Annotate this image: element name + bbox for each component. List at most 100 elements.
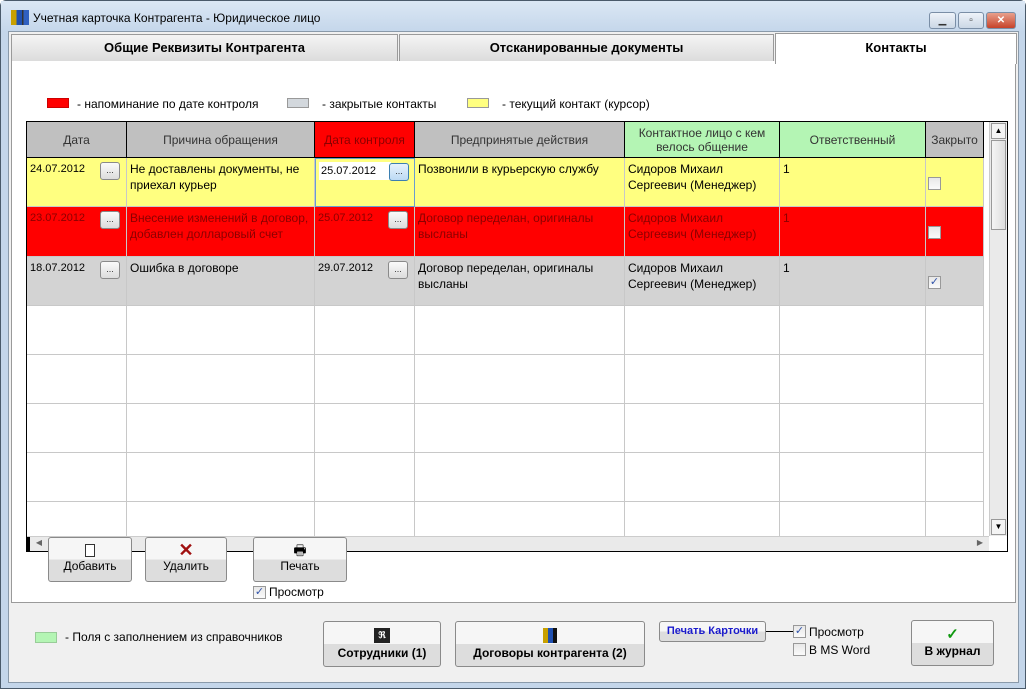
connector-line (766, 631, 793, 632)
cell-actions[interactable] (415, 502, 625, 537)
cell-responsible[interactable] (780, 453, 926, 502)
cell-actions[interactable] (415, 453, 625, 502)
col-header-contact-person[interactable]: Контактное лицо с кем велось общение (625, 122, 780, 158)
add-button[interactable]: Добавить (48, 537, 132, 582)
col-header-control-date[interactable]: Дата контроля (315, 122, 415, 158)
closed-checkbox[interactable] (928, 177, 941, 190)
cell-responsible[interactable] (780, 355, 926, 404)
cell-control-date[interactable] (315, 355, 415, 404)
cell-reason[interactable]: Внесение изменений в договор, добавлен д… (127, 207, 315, 257)
cell-date[interactable] (27, 502, 127, 537)
cell-responsible[interactable] (780, 306, 926, 355)
delete-button[interactable]: ✕ Удалить (145, 537, 227, 582)
cell-responsible[interactable]: 1 (780, 207, 926, 257)
cell-responsible[interactable] (780, 502, 926, 537)
scroll-right-arrow-icon[interactable]: ▶ (973, 538, 987, 551)
cell-responsible[interactable]: 1 (780, 158, 926, 207)
col-header-actions[interactable]: Предпринятые действия (415, 122, 625, 158)
contracts-button-label: Договоры контрагента (2) (473, 646, 627, 660)
cell-control-date[interactable] (315, 453, 415, 502)
tab-scanned-documents[interactable]: Отсканированные документы (399, 34, 774, 62)
closed-checkbox[interactable] (928, 226, 941, 239)
cell-contact[interactable] (625, 502, 780, 537)
ms-word-checkbox[interactable] (793, 643, 806, 656)
cell-actions[interactable]: Договор переделан, оригиналы высланы (415, 207, 625, 257)
cell-text: Позвонили в курьерскую службу (418, 162, 599, 176)
cell-closed[interactable] (926, 453, 984, 502)
cell-control-date[interactable]: 25.07.2012... (315, 207, 415, 257)
cell-closed[interactable] (926, 207, 984, 257)
print-card-button[interactable]: Печать Карточки (659, 621, 766, 642)
col-header-responsible[interactable]: Ответственный (780, 122, 926, 158)
cell-control-date[interactable]: 29.07.2012... (315, 257, 415, 306)
cell-reason[interactable] (127, 355, 315, 404)
print-button[interactable]: 🖶 Печать (253, 537, 347, 582)
employees-button[interactable]: ℜ Сотрудники (1) (323, 621, 441, 667)
cell-contact[interactable] (625, 404, 780, 453)
date-picker-button[interactable]: ... (100, 261, 120, 279)
cell-date[interactable]: 23.07.2012... (27, 207, 127, 257)
cell-closed[interactable] (926, 158, 984, 207)
scroll-up-arrow-icon[interactable]: ▲ (991, 123, 1006, 139)
cell-actions[interactable] (415, 355, 625, 404)
cell-contact[interactable]: Сидоров Михаил Сергеевич (Менеджер) (625, 207, 780, 257)
cell-contact[interactable] (625, 306, 780, 355)
journal-button[interactable]: ✓ В журнал (911, 620, 994, 666)
cell-date[interactable]: 24.07.2012... (27, 158, 127, 207)
cell-actions[interactable] (415, 306, 625, 355)
minimize-button[interactable]: ▁ (929, 12, 956, 29)
vertical-scrollbar[interactable]: ▲ ▼ (989, 122, 1007, 536)
print-preview-checkbox[interactable]: ✓ (253, 586, 266, 599)
cell-responsible[interactable]: 1 (780, 257, 926, 306)
cell-control-date[interactable]: 25.07.2012... (315, 158, 415, 207)
cell-actions[interactable]: Договор переделан, оригиналы высланы (415, 257, 625, 306)
card-preview-checkbox[interactable]: ✓ (793, 625, 806, 638)
cell-responsible[interactable] (780, 404, 926, 453)
cell-text: 18.07.2012 (30, 262, 86, 274)
cell-reason[interactable] (127, 306, 315, 355)
cell-date[interactable] (27, 306, 127, 355)
cell-contact[interactable] (625, 355, 780, 404)
date-picker-button[interactable]: ... (389, 163, 409, 181)
close-button[interactable]: ✕ (986, 12, 1016, 29)
date-picker-button[interactable]: ... (100, 211, 120, 229)
col-header-reason[interactable]: Причина обращения (127, 122, 315, 158)
cell-contact[interactable]: Сидоров Михаил Сергеевич (Менеджер) (625, 158, 780, 207)
cell-date[interactable] (27, 404, 127, 453)
contracts-button[interactable]: Договоры контрагента (2) (455, 621, 645, 667)
scroll-left-arrow-icon[interactable]: ◀ (32, 538, 46, 551)
tab-contacts[interactable]: Контакты (775, 33, 1017, 64)
cell-closed[interactable] (926, 502, 984, 537)
cell-actions[interactable]: Позвонили в курьерскую службу (415, 158, 625, 207)
cell-contact[interactable] (625, 453, 780, 502)
cell-actions[interactable] (415, 404, 625, 453)
cell-date[interactable] (27, 453, 127, 502)
cell-date[interactable]: 18.07.2012... (27, 257, 127, 306)
cell-contact[interactable]: Сидоров Михаил Сергеевич (Менеджер) (625, 257, 780, 306)
tab-general[interactable]: Общие Реквизиты Контрагента (11, 34, 398, 62)
cell-closed[interactable] (926, 355, 984, 404)
scrollbar-thumb[interactable] (991, 140, 1006, 230)
cell-control-date[interactable] (315, 502, 415, 537)
closed-checkbox[interactable]: ✓ (928, 276, 941, 289)
maximize-button[interactable]: ▫ (958, 12, 984, 29)
cell-text: Сидоров Михаил Сергеевич (Менеджер) (628, 261, 757, 291)
col-header-closed[interactable]: Закрыто (926, 122, 984, 158)
cell-closed[interactable] (926, 306, 984, 355)
cell-reason[interactable]: Ошибка в договоре (127, 257, 315, 306)
cell-closed[interactable]: ✓ (926, 257, 984, 306)
date-picker-button[interactable]: ... (388, 261, 408, 279)
cell-control-date[interactable] (315, 404, 415, 453)
cell-reason[interactable] (127, 453, 315, 502)
col-header-date[interactable]: Дата (27, 122, 127, 158)
cell-date[interactable] (27, 355, 127, 404)
cell-reason[interactable]: Не доставлены документы, не приехал курь… (127, 158, 315, 207)
date-picker-button[interactable]: ... (388, 211, 408, 229)
cell-text: 24.07.2012 (30, 163, 86, 175)
cell-closed[interactable] (926, 404, 984, 453)
cell-reason[interactable] (127, 502, 315, 537)
cell-reason[interactable] (127, 404, 315, 453)
cell-control-date[interactable] (315, 306, 415, 355)
date-picker-button[interactable]: ... (100, 162, 120, 180)
scroll-down-arrow-icon[interactable]: ▼ (991, 519, 1006, 535)
